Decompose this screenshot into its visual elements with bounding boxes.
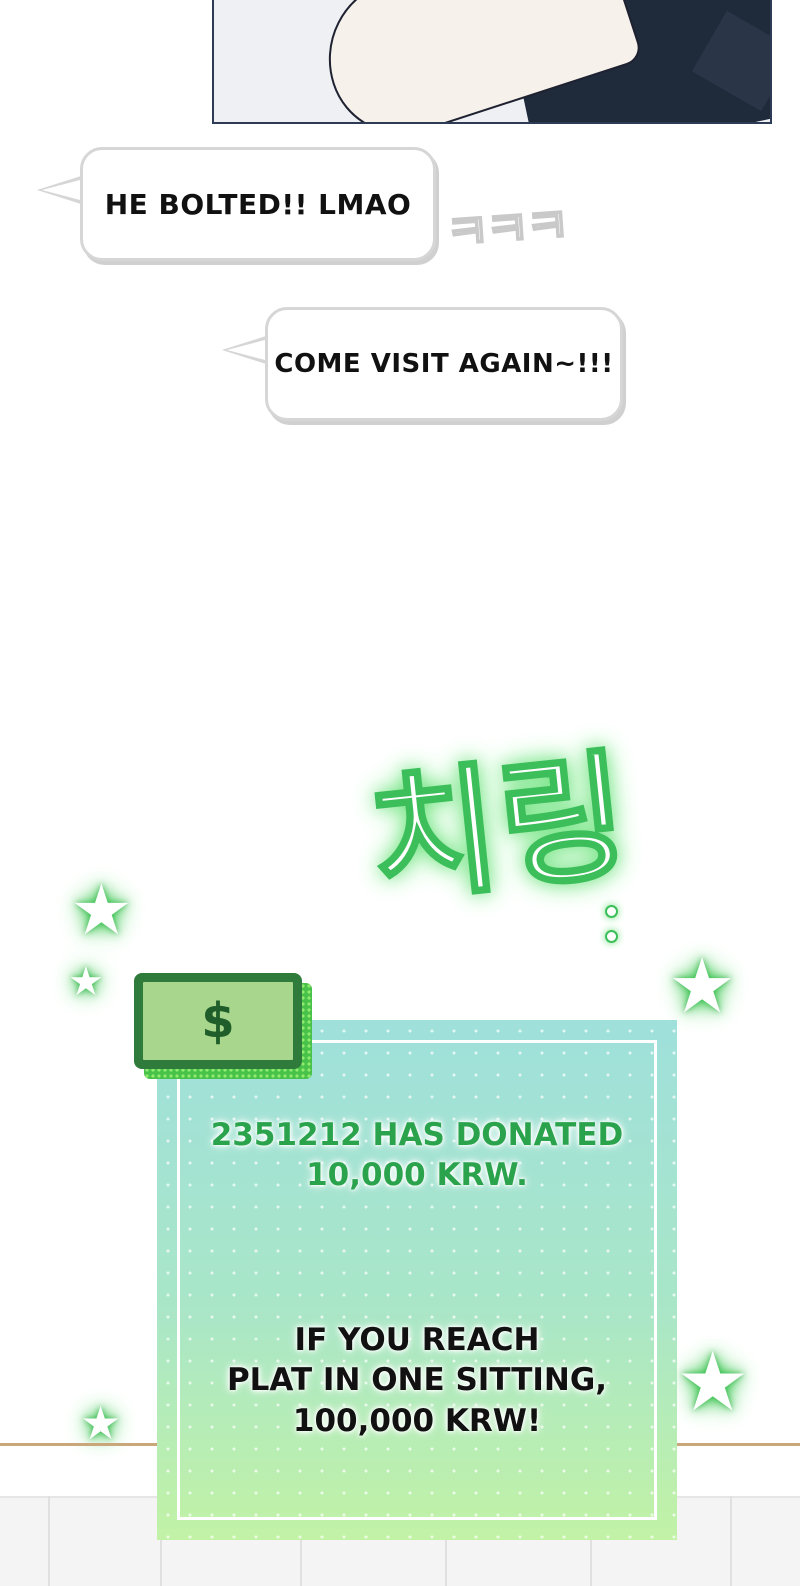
bubble-text-visit: COME VISIT AGAIN~!!!: [274, 349, 614, 379]
comic-panel-top: [212, 0, 772, 124]
donation-card-border: [177, 1040, 657, 1520]
bubble-tail: [222, 336, 266, 364]
star-icon: ★: [68, 959, 104, 1005]
speech-bubble-bolted: HE BOLTED!! LMAO: [37, 147, 436, 261]
donation-message: 2351212 HAS DONATED 10,000 KRW.: [210, 1117, 624, 1194]
bubble-text-bolted: HE BOLTED!! LMAO: [104, 187, 412, 221]
laugh-sfx: ㅋㅋㅋ: [443, 197, 569, 263]
donation-challenge: IF YOU REACH PLAT IN ONE SITTING, 100,00…: [226, 1322, 608, 1439]
dollar-icon: $: [140, 979, 296, 1063]
sfx-colon-dots: [605, 905, 618, 955]
star-icon: ★: [80, 1396, 122, 1450]
donation-card: 2351212 HAS DONATED 10,000 KRW. IF YOU R…: [157, 1020, 677, 1540]
money-icon: $: [134, 973, 302, 1069]
star-icon: ★: [70, 869, 133, 951]
speech-bubble-visit: COME VISIT AGAIN~!!!: [222, 307, 623, 421]
chiring-sfx: 치링: [361, 733, 637, 925]
star-icon: ★: [676, 1335, 750, 1430]
bubble-tail: [37, 176, 81, 204]
star-icon: ★: [668, 941, 737, 1030]
